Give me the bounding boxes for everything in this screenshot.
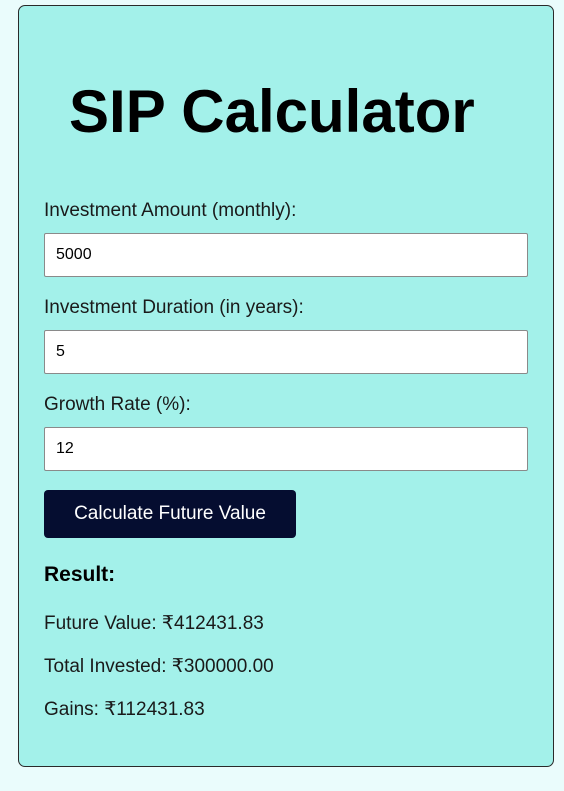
total-invested-text: Total Invested: ₹300000.00 — [44, 656, 274, 677]
result-heading: Result: — [44, 563, 116, 586]
duration-input[interactable] — [44, 330, 528, 374]
gains-text: Gains: ₹112431.83 — [44, 699, 205, 720]
calculate-button[interactable]: Calculate Future Value — [44, 490, 296, 538]
rate-input[interactable] — [44, 427, 528, 471]
duration-label: Investment Duration (in years): — [44, 297, 304, 318]
amount-input[interactable] — [44, 233, 528, 277]
amount-label: Investment Amount (monthly): — [44, 200, 297, 221]
rate-label: Growth Rate (%): — [44, 394, 191, 415]
calculator-card: SIP Calculator Investment Amount (monthl… — [18, 5, 554, 767]
future-value-text: Future Value: ₹412431.83 — [44, 613, 264, 634]
page-title: SIP Calculator — [69, 78, 475, 145]
